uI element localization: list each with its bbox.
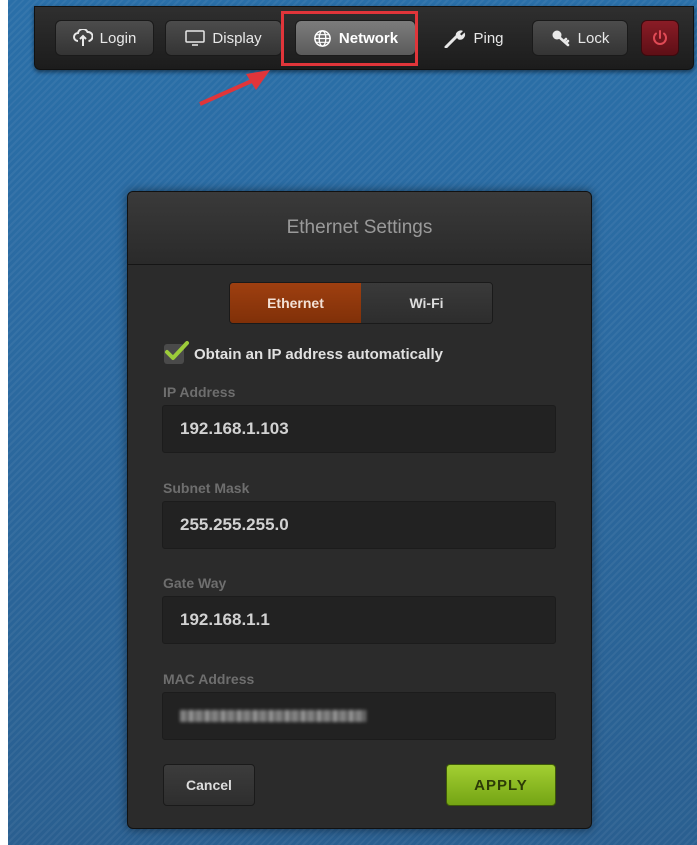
ethernet-settings-dialog: Ethernet Settings Ethernet Wi-Fi Obtain … <box>127 191 592 829</box>
connection-type-toggle: Ethernet Wi-Fi <box>229 282 493 324</box>
gateway-value: 192.168.1.1 <box>180 610 270 629</box>
key-icon <box>551 29 571 47</box>
gateway-label: Gate Way <box>163 575 227 591</box>
cloud-upload-icon <box>72 29 93 47</box>
lock-label: Lock <box>577 29 610 47</box>
power-button[interactable] <box>641 20 679 56</box>
screen: Login Display Network Ping Lock Ethernet… <box>0 0 697 845</box>
highlight-box <box>281 11 418 66</box>
auto-ip-checkbox[interactable] <box>164 341 189 364</box>
mac-address-obscured <box>180 710 366 722</box>
ping-label: Ping <box>473 29 504 47</box>
mac-address-label: MAC Address <box>163 671 255 687</box>
power-icon <box>651 29 669 47</box>
tab-ethernet[interactable]: Ethernet <box>230 283 361 323</box>
auto-ip-label: Obtain an IP address automatically <box>194 345 443 363</box>
ip-address-field[interactable]: 192.168.1.103 <box>162 405 556 453</box>
dialog-header: Ethernet Settings <box>128 192 591 265</box>
monitor-icon <box>185 30 206 46</box>
subnet-mask-field[interactable]: 255.255.255.0 <box>162 501 556 549</box>
display-button[interactable]: Display <box>165 20 282 56</box>
subnet-mask-value: 255.255.255.0 <box>180 515 289 534</box>
login-button[interactable]: Login <box>55 20 154 56</box>
login-label: Login <box>99 29 137 47</box>
auto-ip-option[interactable]: Obtain an IP address automatically <box>164 341 443 364</box>
ip-address-value: 192.168.1.103 <box>180 419 289 438</box>
pointer-arrow-icon <box>199 70 270 106</box>
subnet-mask-label: Subnet Mask <box>163 480 250 496</box>
checkmark-icon <box>165 341 189 360</box>
ping-button[interactable]: Ping <box>431 20 517 56</box>
mac-address-field[interactable] <box>162 692 556 740</box>
lock-button[interactable]: Lock <box>532 20 628 56</box>
dialog-title: Ethernet Settings <box>286 217 433 238</box>
gateway-field[interactable]: 192.168.1.1 <box>162 596 556 644</box>
apply-button[interactable]: APPLY <box>446 764 556 806</box>
wrench-icon <box>444 28 466 48</box>
display-label: Display <box>212 29 262 47</box>
cancel-button[interactable]: Cancel <box>163 764 255 806</box>
ip-address-label: IP Address <box>163 384 236 400</box>
tab-wifi[interactable]: Wi-Fi <box>361 283 492 323</box>
